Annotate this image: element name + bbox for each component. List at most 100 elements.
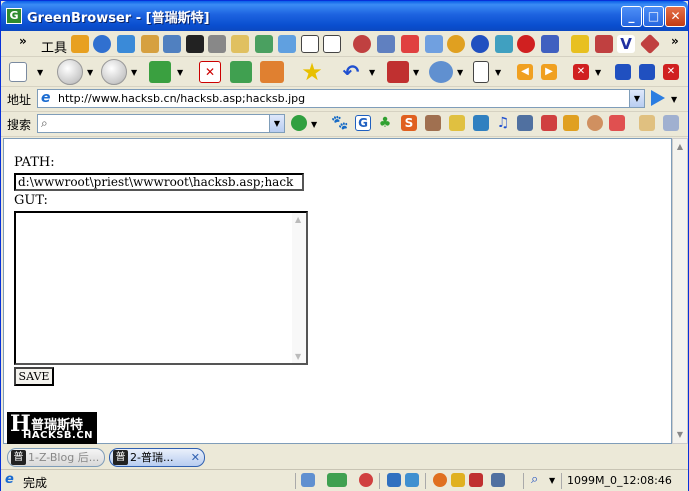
compass-icon[interactable] [447,35,465,53]
media-player-icon[interactable] [93,35,111,53]
firefox-icon[interactable] [471,35,489,53]
clover-icon[interactable]: ♣ [377,115,393,131]
tab-puruisite[interactable]: 普 2-普瑞... ✕ [109,448,205,467]
chevron-down-icon[interactable]: ▼ [311,120,317,129]
calculator-icon[interactable] [208,35,226,53]
settings-icon[interactable] [353,35,371,53]
v-icon[interactable]: V [617,35,635,53]
image-search-icon[interactable] [449,115,465,131]
snowflake-icon[interactable] [495,35,513,53]
plus-icon[interactable] [401,35,419,53]
download-icon[interactable] [405,473,419,487]
chevron-down-icon[interactable]: ▼ [629,90,644,107]
gut-textarea[interactable]: ▲ ▼ [14,211,308,365]
shop-icon[interactable] [541,115,557,131]
up-arrow-icon[interactable] [149,61,171,83]
cart-icon[interactable] [563,115,579,131]
prev-tab-icon[interactable]: ◀ [517,64,533,80]
textarea-scrollbar[interactable]: ▲ ▼ [292,213,306,363]
zoom-icon[interactable]: ⌕ [531,473,545,487]
go-arrow-icon[interactable] [651,90,665,106]
stop-icon[interactable]: ✕ [199,61,221,83]
scroll-up-icon[interactable]: ▲ [673,139,687,155]
highlight-icon[interactable] [639,115,655,131]
next-tab-icon[interactable]: ▶ [541,64,557,80]
close-all-icon[interactable]: ✕ [663,64,679,80]
scroll-down-icon[interactable]: ▼ [673,427,687,443]
book-search-icon[interactable] [425,115,441,131]
history-icon[interactable] [387,61,409,83]
save-button[interactable]: SAVE [14,367,54,386]
forward-button[interactable] [101,59,127,85]
chevron-more-icon[interactable]: » [671,34,679,48]
favorites-star-icon[interactable]: ★ [299,60,325,84]
book-icon[interactable] [117,35,135,53]
face-icon[interactable] [587,115,603,131]
chevron-down-icon[interactable]: ▼ [37,68,43,77]
search-engine-icon[interactable] [291,115,307,131]
close-button[interactable]: ✕ [665,6,686,27]
path-input[interactable]: d:\wwwroot\priest\wwwroot\hacksb.asp;hac… [14,173,304,191]
google-icon[interactable]: G [355,115,371,131]
script-toggle-icon[interactable] [451,473,465,487]
chevron-more-icon[interactable]: » [19,34,27,48]
undo-icon[interactable]: ↶ [339,61,363,83]
notes-icon[interactable] [425,35,443,53]
ie-icon[interactable] [71,35,89,53]
chevron-down-icon[interactable]: ▼ [549,476,555,485]
folder-icon[interactable] [231,35,249,53]
chevron-down-icon[interactable]: ▼ [595,68,601,77]
chevron-down-icon[interactable]: ▼ [87,68,93,77]
window-split-icon[interactable] [323,35,341,53]
notepad-icon[interactable] [163,35,181,53]
top-icon[interactable] [517,35,535,53]
cmd-icon[interactable] [186,35,204,53]
skin-palette-icon[interactable] [429,61,453,83]
chevron-down-icon[interactable]: ▼ [413,68,419,77]
search-input[interactable]: ⌕ ▼ [37,114,285,133]
chevron-down-icon[interactable]: ▼ [369,68,375,77]
chevron-down-icon[interactable]: ▼ [457,68,463,77]
home-icon[interactable] [260,61,284,83]
monitor-icon[interactable] [278,35,296,53]
maximize-button[interactable]: □ [643,6,664,27]
tab-zblog[interactable]: 普 1-Z-Blog 后... [7,448,105,467]
stats-icon[interactable] [541,35,559,53]
chevron-down-icon[interactable]: ▼ [131,68,137,77]
file-search-icon[interactable] [473,115,489,131]
status-tool-icon[interactable] [301,473,315,487]
tools-menu[interactable]: 工具 [41,37,67,56]
find-in-page-icon[interactable] [663,115,679,131]
scroll-up-icon[interactable]: ▲ [295,215,301,224]
chevron-down-icon[interactable]: ▼ [177,68,183,77]
chevron-down-icon[interactable]: ▼ [269,115,284,132]
page-scrollbar[interactable]: ▲ ▼ [672,138,688,444]
sogou-icon[interactable]: S [401,115,417,131]
refresh-icon[interactable] [230,61,252,83]
tile-minimize-icon[interactable] [615,64,631,80]
new-page-icon[interactable] [9,62,27,82]
save-page-icon[interactable] [473,61,489,83]
music-icon[interactable]: ♫ [495,115,511,131]
people-icon[interactable] [517,115,533,131]
scroll-down-icon[interactable]: ▼ [295,352,301,361]
marker-icon[interactable] [571,35,589,53]
grid-icon[interactable] [609,115,625,131]
diamond-icon[interactable] [639,33,661,55]
paint-icon[interactable] [595,35,613,53]
zoom-text-icon[interactable] [327,473,347,487]
search-page-icon[interactable] [377,35,395,53]
popup-block-icon[interactable] [359,473,373,487]
window-icon[interactable] [301,35,319,53]
baidu-icon[interactable]: 🐾 [331,115,348,131]
greenbrowser-app-icon[interactable]: G [6,8,22,24]
chevron-down-icon[interactable]: ▼ [495,68,501,77]
title-bar[interactable]: G GreenBrowser - [普瑞斯特] _ □ ✕ [1,1,688,31]
layout-icon[interactable] [491,473,505,487]
image-toggle-icon[interactable] [433,473,447,487]
proxy-icon[interactable] [387,473,401,487]
close-icon[interactable]: ✕ [191,449,200,466]
back-button[interactable] [57,59,83,85]
close-tab-icon[interactable]: ✕ [573,64,589,80]
activex-toggle-icon[interactable] [469,473,483,487]
